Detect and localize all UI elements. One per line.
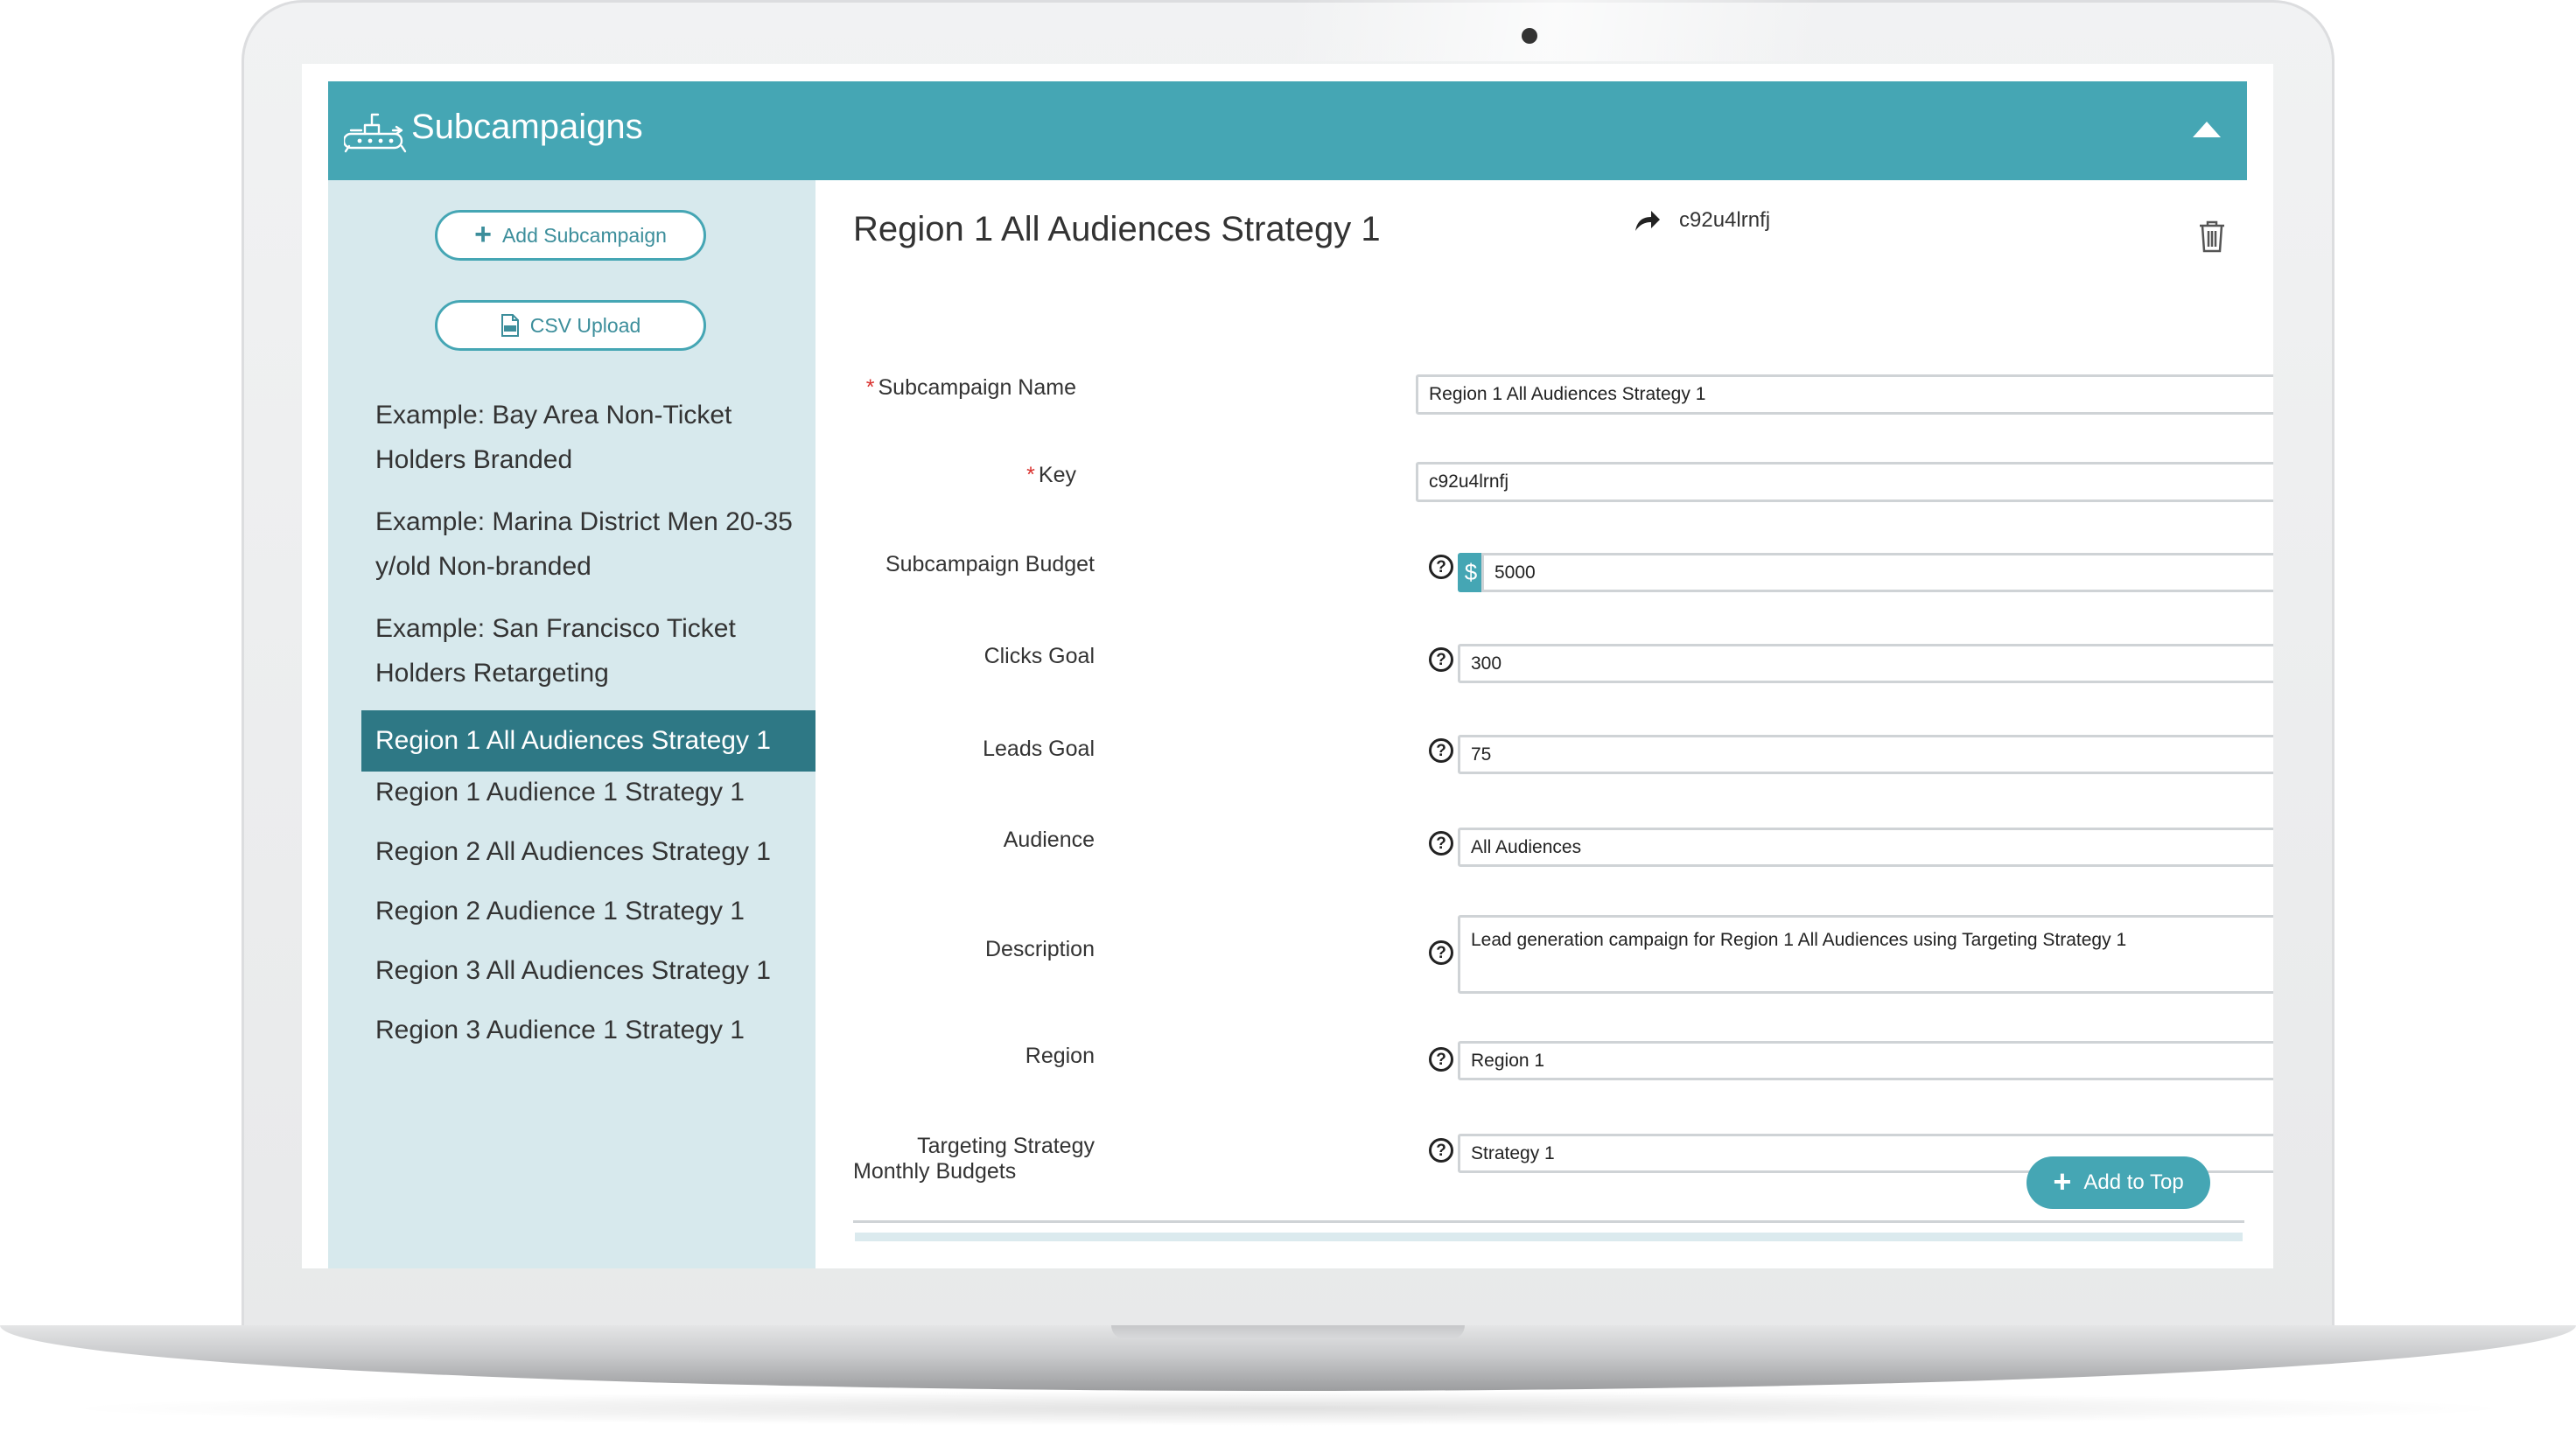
leads-goal-input[interactable] bbox=[1458, 735, 2273, 774]
screen: Subcampaigns + Add Subcampaign CSV Uploa… bbox=[302, 64, 2273, 1268]
trash-icon[interactable] bbox=[2196, 219, 2228, 254]
list-item[interactable]: Region 2 All Audiences Strategy 1 bbox=[361, 831, 816, 873]
chevron-up-icon[interactable] bbox=[2193, 122, 2221, 137]
key-display: c92u4lrnfj bbox=[1679, 208, 1771, 232]
csv-upload-button[interactable]: CSV Upload bbox=[435, 300, 706, 351]
subcampaign-list: Example: Bay Area Non-Ticket Holders Bra… bbox=[361, 393, 830, 1069]
help-icon[interactable]: ? bbox=[1429, 831, 1453, 856]
audience-select[interactable]: All Audiences bbox=[1458, 828, 2273, 867]
csv-upload-label: CSV Upload bbox=[529, 313, 641, 337]
help-icon[interactable]: ? bbox=[1429, 738, 1453, 763]
list-item[interactable]: Example: San Francisco Ticket Holders Re… bbox=[361, 606, 816, 695]
laptop-shadow bbox=[52, 1391, 2524, 1426]
camera-dot bbox=[1522, 28, 1537, 44]
help-icon[interactable]: ? bbox=[1429, 647, 1453, 672]
submarine-icon bbox=[344, 113, 407, 153]
table-header-strip bbox=[855, 1233, 2243, 1241]
targeting-strategy-label: Targeting Strategy bbox=[917, 1134, 1095, 1158]
clicks-goal-label: Clicks Goal bbox=[984, 644, 1095, 668]
monthly-budgets-title: Monthly Budgets bbox=[853, 1159, 1017, 1184]
add-subcampaign-button[interactable]: + Add Subcampaign bbox=[435, 210, 706, 261]
list-item[interactable]: Region 1 Audience 1 Strategy 1 bbox=[361, 772, 816, 814]
key-input[interactable] bbox=[1416, 462, 2273, 502]
targeting-strategy-value: Strategy 1 bbox=[1471, 1142, 1555, 1163]
page-title: Region 1 All Audiences Strategy 1 bbox=[853, 210, 1381, 248]
help-icon[interactable]: ? bbox=[1429, 1047, 1453, 1072]
region-value: Region 1 bbox=[1471, 1050, 1545, 1071]
region-label: Region bbox=[1025, 1044, 1095, 1068]
clicks-goal-input[interactable] bbox=[1458, 644, 2273, 683]
key-label: * Key bbox=[1026, 463, 1076, 487]
description-label: Description bbox=[984, 937, 1095, 961]
list-item[interactable]: Region 3 Audience 1 Strategy 1 bbox=[361, 1009, 816, 1051]
help-icon[interactable]: ? bbox=[1429, 555, 1453, 579]
budget-input[interactable] bbox=[1481, 553, 2273, 592]
plus-icon: + bbox=[2053, 1163, 2072, 1199]
section-divider bbox=[853, 1220, 2244, 1223]
help-icon[interactable]: ? bbox=[1429, 940, 1453, 965]
list-item[interactable]: Region 2 Audience 1 Strategy 1 bbox=[361, 891, 816, 933]
app-header: Subcampaigns bbox=[328, 81, 2247, 180]
csv-file-icon bbox=[500, 314, 519, 337]
add-to-top-label: Add to Top bbox=[2083, 1170, 2184, 1194]
laptop-base-notch bbox=[1111, 1325, 1465, 1339]
add-to-top-button[interactable]: + Add to Top bbox=[2026, 1156, 2210, 1209]
sidebar: + Add Subcampaign CSV Upload Example: Ba… bbox=[328, 180, 830, 1268]
leads-goal-label: Leads Goal bbox=[983, 737, 1095, 761]
app-title: Subcampaigns bbox=[411, 108, 643, 146]
audience-label: Audience bbox=[1003, 828, 1095, 852]
plus-icon: + bbox=[474, 218, 492, 251]
bezel-sheen bbox=[1292, 0, 1816, 61]
subcampaign-name-label: * Subcampaign Name bbox=[865, 375, 1076, 400]
list-item-active[interactable]: Region 1 All Audiences Strategy 1 bbox=[361, 710, 830, 772]
detail-panel: Region 1 All Audiences Strategy 1 c92u4l… bbox=[816, 180, 2273, 1268]
list-item[interactable]: Example: Marina District Men 20-35 y/old… bbox=[361, 499, 816, 589]
budget-label: Subcampaign Budget bbox=[885, 552, 1095, 576]
share-icon[interactable] bbox=[1632, 206, 1662, 236]
audience-value: All Audiences bbox=[1471, 836, 1582, 857]
currency-badge: $ bbox=[1458, 553, 1484, 592]
description-textarea[interactable]: Lead generation campaign for Region 1 Al… bbox=[1458, 915, 2273, 994]
add-subcampaign-label: Add Subcampaign bbox=[501, 223, 667, 247]
subcampaign-name-input[interactable] bbox=[1416, 374, 2273, 415]
list-item[interactable]: Region 3 All Audiences Strategy 1 bbox=[361, 950, 816, 992]
help-icon[interactable]: ? bbox=[1429, 1138, 1453, 1163]
list-item[interactable]: Example: Bay Area Non-Ticket Holders Bra… bbox=[361, 393, 816, 482]
region-select[interactable]: Region 1 bbox=[1458, 1041, 2273, 1080]
